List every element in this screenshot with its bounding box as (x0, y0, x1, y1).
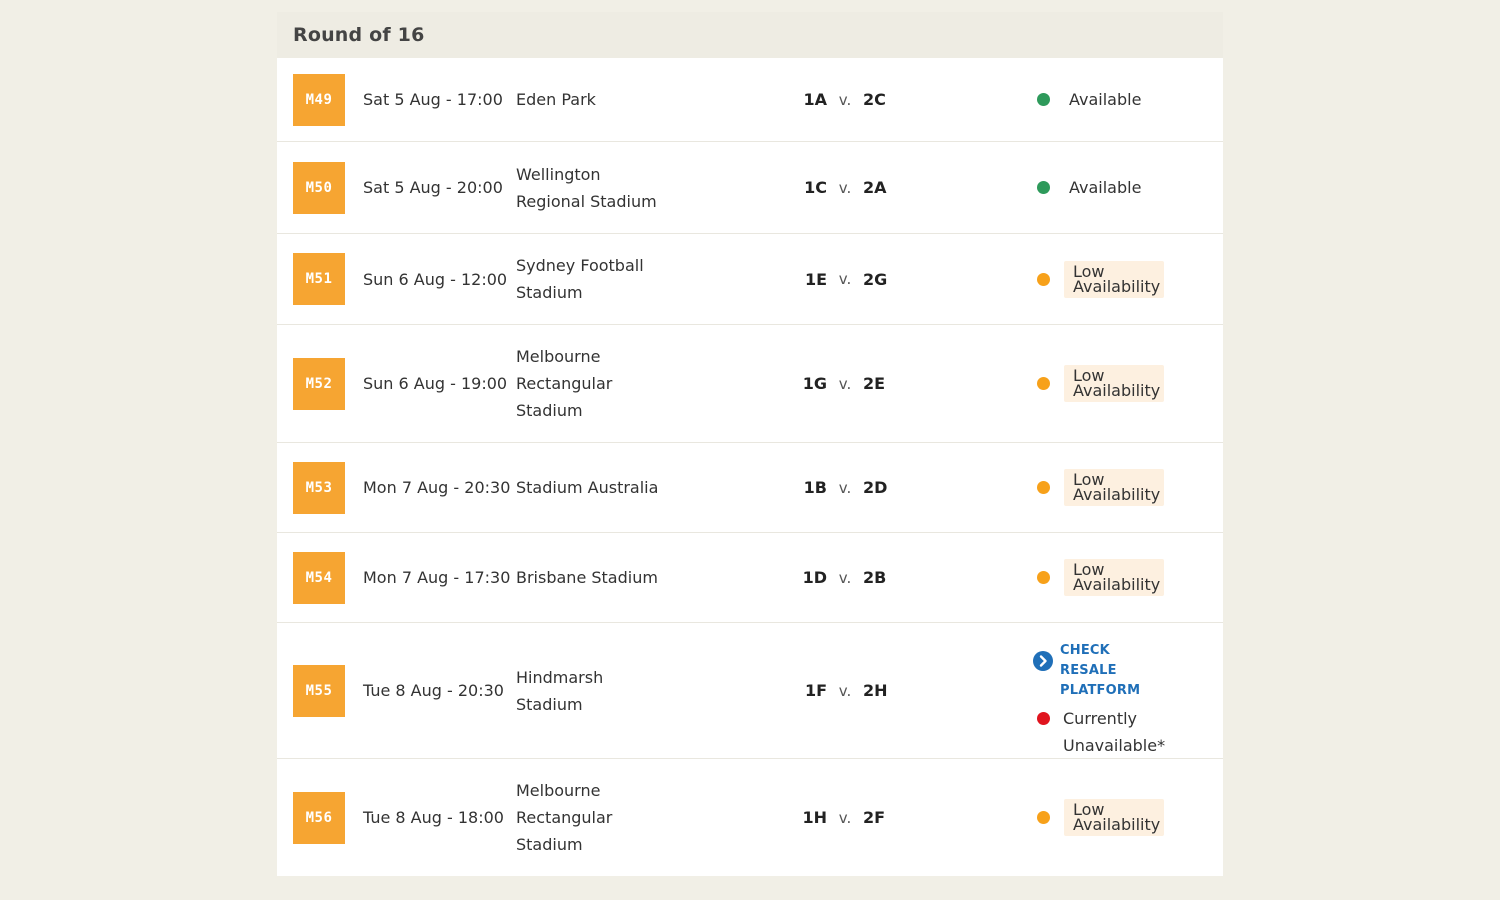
match-code-badge: M54 (293, 551, 345, 604)
availability-label: Low Availability (1064, 799, 1164, 836)
match-teams: 1D v. 2B (797, 568, 897, 587)
availability-label: Currently Unavailable* (1063, 709, 1166, 755)
team-a: 1G (802, 374, 827, 393)
availability-label: Low Availability (1064, 365, 1164, 402)
match-venue: Brisbane Stadium (516, 568, 658, 587)
match-row[interactable]: M49 Sat 5 Aug - 17:00 Eden Park 1A v. 2C… (277, 58, 1223, 142)
team-a: 1B (803, 478, 827, 497)
versus-label: v. (838, 478, 852, 497)
team-b: 2H (863, 681, 888, 700)
availability-label: Low Availability (1064, 469, 1164, 506)
match-teams: 1B v. 2D (797, 478, 897, 497)
available-status-dot-icon (1037, 181, 1050, 194)
match-row[interactable]: M50 Sat 5 Aug - 20:00 Wellington Regiona… (277, 142, 1223, 234)
unavailable-status-dot-icon (1037, 712, 1050, 725)
team-a: 1E (804, 269, 827, 289)
chevron-right-circle-icon (1033, 651, 1053, 671)
match-datetime: Mon 7 Aug - 20:30 (363, 478, 511, 497)
availability-label: Low Availability (1064, 260, 1164, 298)
availability-label: Available (1069, 178, 1142, 197)
versus-label: v. (838, 374, 852, 393)
match-row[interactable]: M52 Sun 6 Aug - 19:00 Melbourne Rectangu… (277, 325, 1223, 443)
match-venue: Eden Park (516, 90, 596, 109)
match-venue: Melbourne Rectangular Stadium (516, 347, 613, 420)
match-code-badge: M56 (293, 791, 345, 844)
match-teams: 1A v. 2C (797, 90, 897, 109)
available-status-dot-icon (1037, 93, 1050, 106)
low-status-dot-icon (1037, 377, 1050, 390)
match-row[interactable]: M54 Mon 7 Aug - 17:30 Brisbane Stadium 1… (277, 533, 1223, 623)
versus-label: v. (838, 270, 852, 288)
match-venue: Sydney Football Stadium (516, 256, 644, 302)
match-code-badge: M53 (293, 461, 345, 514)
match-datetime: Mon 7 Aug - 17:30 (363, 568, 511, 587)
team-a: 1D (802, 568, 827, 587)
match-venue: Melbourne Rectangular Stadium (516, 781, 613, 854)
match-teams: 1C v. 2A (797, 178, 897, 197)
availability-status: Low Availability (1037, 559, 1164, 596)
team-b: 2F (863, 808, 886, 827)
team-a: 1F (804, 681, 827, 700)
match-venue: Wellington Regional Stadium (516, 164, 657, 211)
team-b: 2B (863, 568, 887, 587)
availability-status: Available (1037, 90, 1141, 109)
team-b: 2D (863, 478, 888, 497)
low-status-dot-icon (1037, 481, 1050, 494)
match-code-badge: M52 (293, 357, 345, 410)
section-header: Round of 16 (277, 12, 1223, 58)
match-datetime: Sat 5 Aug - 17:00 (363, 90, 503, 109)
match-row[interactable]: M51 Sun 6 Aug - 12:00 Sydney Football St… (277, 234, 1223, 325)
availability-status: Low Availability (1037, 365, 1164, 402)
match-code-badge: M51 (293, 253, 345, 305)
team-a: 1H (802, 808, 827, 827)
low-status-dot-icon (1037, 811, 1050, 824)
section-title: Round of 16 (293, 24, 425, 46)
versus-label: v. (838, 90, 852, 109)
versus-label: v. (838, 178, 852, 197)
match-row[interactable]: M53 Mon 7 Aug - 20:30 Stadium Australia … (277, 443, 1223, 533)
match-code-badge: M55 (293, 664, 345, 717)
availability-label: Available (1069, 90, 1142, 109)
versus-label: v. (838, 568, 852, 587)
match-list: M49 Sat 5 Aug - 17:00 Eden Park 1A v. 2C… (277, 58, 1223, 876)
low-status-dot-icon (1037, 571, 1050, 584)
team-a: 1C (804, 178, 827, 197)
resale-link-label: CHECK RESALE PLATFORM (1060, 643, 1141, 698)
match-venue: Hindmarsh Stadium (516, 667, 604, 714)
availability-status: Currently Unavailable* (1033, 705, 1203, 759)
team-b: 2C (863, 90, 886, 109)
round-of-16-panel: Round of 16 M49 Sat 5 Aug - 17:00 Eden P… (277, 12, 1223, 876)
availability-status: Low Availability (1037, 799, 1164, 836)
match-venue: Stadium Australia (516, 478, 659, 497)
match-datetime: Sat 5 Aug - 20:00 (363, 178, 503, 197)
match-row[interactable]: M55 Tue 8 Aug - 20:30 Hindmarsh Stadium … (277, 623, 1223, 759)
team-b: 2E (863, 374, 886, 393)
match-code-badge: M50 (293, 161, 345, 214)
match-teams: 1G v. 2E (797, 374, 897, 393)
team-b: 2G (863, 269, 888, 289)
availability-status: Available (1037, 178, 1141, 197)
match-teams: 1E v. 2G (797, 270, 897, 289)
team-b: 2A (863, 178, 887, 197)
match-datetime: Sun 6 Aug - 12:00 (363, 269, 508, 289)
low-status-dot-icon (1037, 272, 1050, 286)
check-resale-platform-link[interactable]: CHECK RESALE PLATFORM (1033, 641, 1203, 701)
match-teams: 1H v. 2F (797, 808, 897, 827)
availability-status: Low Availability (1037, 469, 1164, 506)
match-datetime: Tue 8 Aug - 20:30 (363, 681, 504, 700)
resale-status-block: CHECK RESALE PLATFORM Currently Unavaila… (1033, 641, 1203, 759)
availability-status: Low Availability (1037, 260, 1164, 298)
versus-label: v. (838, 681, 852, 700)
match-datetime: Tue 8 Aug - 18:00 (363, 808, 504, 827)
match-code-badge: M49 (293, 73, 345, 126)
match-row[interactable]: M56 Tue 8 Aug - 18:00 Melbourne Rectangu… (277, 759, 1223, 876)
versus-label: v. (838, 808, 852, 827)
match-teams: 1F v. 2H (797, 681, 897, 700)
availability-label: Low Availability (1064, 559, 1164, 596)
team-a: 1A (803, 90, 827, 109)
match-datetime: Sun 6 Aug - 19:00 (363, 374, 508, 393)
